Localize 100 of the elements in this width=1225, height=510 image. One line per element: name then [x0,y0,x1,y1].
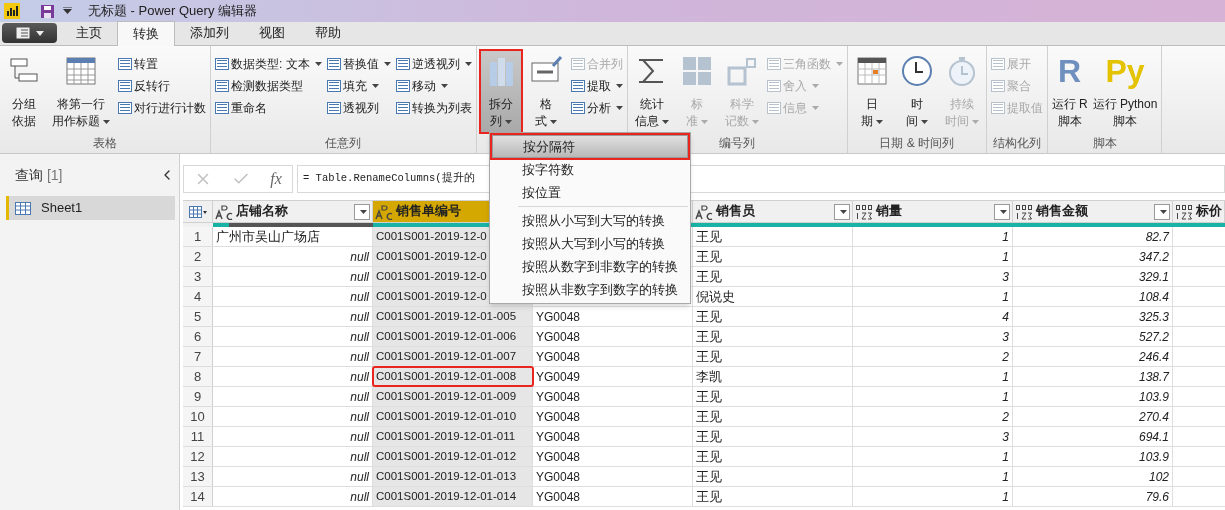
table-cell: 103.9 [1013,447,1173,466]
column-header[interactable]: 销售金额 [1013,201,1173,222]
list-icon [990,101,1005,114]
table-cell: 王见 [693,267,853,286]
table-cell: C001S001-2019-12-01-006 [373,327,533,346]
ribbon-tab[interactable]: 转换 [117,21,175,46]
table-cell: C001S001-2019-12-01-009 [373,387,533,406]
caret-icon [840,209,847,214]
table-cell: YG0048 [533,307,693,326]
ribbon-button[interactable]: 提取 [569,75,624,96]
table-cell: 王见 [693,347,853,366]
ribbon-tab[interactable]: 添加列 [175,21,244,45]
table-cell: 王见 [693,487,853,506]
row-number: 12 [183,447,213,466]
list-icon [570,101,585,114]
column-header[interactable]: 店铺名称 [213,201,373,222]
filter-button[interactable] [1154,203,1170,220]
caret-icon [35,30,44,36]
ribbon-button[interactable]: 分析 [569,97,624,118]
ribbon-tab[interactable]: 主页 [61,21,117,45]
menu-item[interactable]: 按分隔符 [492,135,688,158]
query-item[interactable]: Sheet1 [6,196,175,220]
ribbon-button[interactable]: 时 间 [895,50,938,133]
ribbon-button[interactable]: 替换值 [325,53,392,74]
table-cell: C001S001-2019-12-01-008 [373,367,533,386]
caret-icon[interactable] [63,7,72,15]
table-cell: C001S001-2019-12-01-012 [373,447,533,466]
ribbon-tab[interactable]: 帮助 [300,21,356,45]
table-cell: C001S001-2019-12-01-011 [373,427,533,446]
ribbon-button[interactable]: 移动 [394,75,473,96]
table-cell: 1 [853,287,1013,306]
ribbon-button[interactable]: 转置 [117,53,207,74]
list-icon [326,57,341,70]
column-header[interactable]: 标价 [1173,201,1225,222]
list-icon [215,57,229,70]
caret-icon [383,61,391,66]
caret-icon [811,105,819,110]
ribbon-button[interactable]: 统计 信息 [630,50,673,133]
ribbon-button[interactable]: 分组 依据 [3,50,45,133]
ribbon-button[interactable]: 数据类型: 文本 [214,53,323,74]
ribbon-button[interactable]: 检测数据类型 [214,75,323,96]
filter-button[interactable] [994,203,1010,220]
fx-icon[interactable]: fx [270,167,282,191]
row-number: 10 [183,407,213,426]
caret-icon [700,119,708,124]
caret-icon [920,119,928,124]
text-type-icon [215,203,233,220]
script-button[interactable]: Py 运行 Python 脚本 [1091,50,1159,130]
column-header[interactable]: 销售员 [693,201,853,222]
table-icon [64,54,98,88]
filter-button[interactable] [834,203,850,220]
ribbon-button[interactable]: 转换为列表 [394,97,473,118]
ribbon-button[interactable]: 透视列 [325,97,392,118]
list-icon [766,57,781,70]
table-cell: YG0048 [533,427,693,446]
ribbon-button[interactable]: 拆分 列 [479,50,522,133]
script-button[interactable]: R 运行 R 脚本 [1050,50,1089,130]
table-menu-button[interactable] [183,201,213,222]
table-cell: YG0048 [533,347,693,366]
group-label: 脚本 [1092,135,1117,152]
list-icon [990,79,1005,92]
ribbon-button[interactable]: 反转行 [117,75,207,96]
table-cell: YG0048 [533,487,693,506]
table-cell: 1 [853,227,1013,246]
list-icon [326,79,341,92]
ribbon-button[interactable]: 逆透视列 [394,53,473,74]
caret-icon [1160,209,1167,214]
table-cell: 王见 [693,307,853,326]
caret-icon [615,83,623,88]
table-cell: 270.4 [1013,407,1173,426]
clock-icon [899,54,934,88]
ribbon-button[interactable]: 将第一行 用作标题 [48,50,114,133]
ribbon-button[interactable]: 格 式 [524,50,567,133]
table-cell: YG0048 [533,447,693,466]
caret-icon [360,209,367,214]
row-number: 4 [183,287,213,306]
table-cell: 4 [853,307,1013,326]
table-cell: 2 [853,347,1013,366]
ribbon-button[interactable]: 日 期 [850,50,893,133]
caret-icon [504,119,512,124]
file-menu-button[interactable] [2,23,57,43]
table-cell: 82.7 [1013,227,1173,246]
ribbon-button[interactable]: 填充 [325,75,392,96]
ribbon-tab[interactable]: 视图 [244,21,300,45]
table-cell: YG0048 [533,387,693,406]
group-label: 日期 & 时间列 [879,135,954,152]
query-count: [1] [46,166,63,183]
ribbon-button[interactable]: 对行进行计数 [117,97,207,118]
table-cell: C001S001-2019-12-01-014 [373,487,533,506]
table-cell: 1 [853,387,1013,406]
list-icon [326,101,341,114]
row-number: 9 [183,387,213,406]
table-cell: 3 [853,327,1013,346]
column-header[interactable]: 销量 [853,201,1013,222]
list-icon [570,79,585,92]
table-cell: 3 [853,267,1013,286]
caret-icon [549,119,557,124]
ribbon-button[interactable]: 重命名 [214,97,323,118]
filter-button[interactable] [354,203,370,220]
table-cell: 王见 [693,407,853,426]
